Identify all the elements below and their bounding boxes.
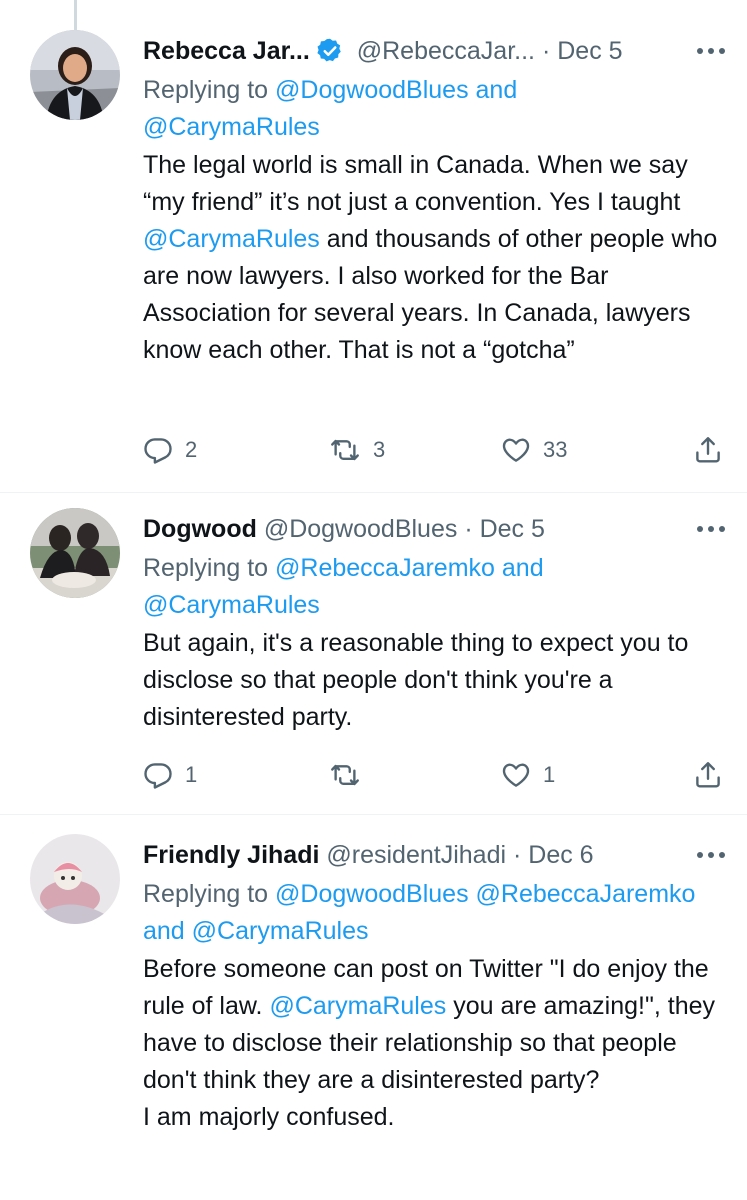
tweet-date[interactable]: Dec 6 xyxy=(528,841,593,869)
author-handle[interactable]: @RebeccaJar... xyxy=(357,37,535,65)
mention-link[interactable]: @CarymaRules xyxy=(143,591,320,619)
avatar[interactable] xyxy=(30,30,120,120)
reply-icon xyxy=(144,763,172,789)
heart-icon xyxy=(502,438,530,462)
retweet-button[interactable]: 3 xyxy=(329,430,385,470)
more-icon[interactable] xyxy=(685,30,725,72)
tweet[interactable]: Dogwood @DogwoodBlues · Dec 5 Replying t… xyxy=(0,492,747,815)
like-button[interactable]: 1 xyxy=(501,755,555,795)
mention-link[interactable]: @DogwoodBlues xyxy=(275,880,469,908)
author-handle[interactable]: @DogwoodBlues xyxy=(264,515,458,543)
mention-link[interactable]: @RebeccaJaremko xyxy=(275,554,495,582)
tweet-text: The legal world is small in Canada. When… xyxy=(143,147,725,369)
replying-to-connector: and xyxy=(501,554,544,582)
mention-link[interactable]: @RebeccaJaremko xyxy=(476,880,696,908)
share-button[interactable] xyxy=(693,755,723,795)
replying-to-label: Replying to xyxy=(143,880,269,908)
reply-button[interactable]: 1 xyxy=(143,755,197,795)
tweet-text-segment: But again, it's a reasonable thing to ex… xyxy=(143,629,689,731)
avatar[interactable] xyxy=(30,834,120,924)
reply-count: 2 xyxy=(185,437,198,462)
replying-to: Replying to @DogwoodBlues and @CarymaRul… xyxy=(143,72,725,146)
tweet-text: But again, it's a reasonable thing to ex… xyxy=(143,625,725,736)
mention-link[interactable]: @CarymaRules xyxy=(269,992,446,1020)
retweet-count: 3 xyxy=(373,437,386,462)
replying-to-label: Replying to xyxy=(143,76,269,104)
more-icon[interactable] xyxy=(685,508,725,550)
replying-to: Replying to @DogwoodBlues @RebeccaJaremk… xyxy=(143,876,725,950)
tweet[interactable]: Friendly Jihadi @residentJihadi · Dec 6 … xyxy=(0,814,747,1200)
retweet-icon xyxy=(331,439,359,461)
replying-to-connector: and xyxy=(143,917,185,945)
retweet-icon xyxy=(331,764,359,786)
author-name[interactable]: Friendly Jihadi xyxy=(143,841,319,869)
mention-link[interactable]: @CarymaRules xyxy=(192,917,369,945)
tweet[interactable]: Rebecca Jar... @RebeccaJar... · Dec 5 Re… xyxy=(0,0,747,493)
more-icon[interactable] xyxy=(685,834,725,876)
author-handle[interactable]: @residentJihadi xyxy=(326,841,506,869)
author-name[interactable]: Dogwood xyxy=(143,515,257,543)
replying-to-connector: and xyxy=(475,76,518,104)
share-button[interactable] xyxy=(693,430,723,470)
replying-to-label: Replying to xyxy=(143,554,269,582)
like-count: 33 xyxy=(543,437,568,462)
avatar[interactable] xyxy=(30,508,120,598)
replying-to: Replying to @RebeccaJaremko and @CarymaR… xyxy=(143,550,725,624)
tweet-actions: 2 3 33 xyxy=(143,430,725,470)
tweet-text-segment: I am majorly confused. xyxy=(143,1103,395,1131)
like-count: 1 xyxy=(543,762,556,787)
reply-icon xyxy=(144,438,172,464)
verified-badge-icon xyxy=(316,36,344,78)
author-name[interactable]: Rebecca Jar... xyxy=(143,37,310,65)
separator-dot: · xyxy=(512,841,522,869)
reply-button[interactable]: 2 xyxy=(143,430,197,470)
share-icon xyxy=(696,762,720,788)
separator-dot: · xyxy=(464,515,473,543)
tweet-text-segment: The legal world is small in Canada. When… xyxy=(143,151,688,216)
share-icon xyxy=(696,437,720,463)
tweet-actions: 1 1 xyxy=(143,755,725,795)
reply-count: 1 xyxy=(185,762,198,787)
tweet-text: Before someone can post on Twitter "I do… xyxy=(143,951,725,1136)
tweet-date[interactable]: Dec 5 xyxy=(557,37,622,65)
mention-link[interactable]: @DogwoodBlues xyxy=(275,76,469,104)
heart-icon xyxy=(502,763,530,787)
retweet-button[interactable] xyxy=(329,755,373,795)
mention-link[interactable]: @CarymaRules xyxy=(143,225,320,253)
mention-link[interactable]: @CarymaRules xyxy=(143,113,320,141)
like-button[interactable]: 33 xyxy=(501,430,567,470)
tweet-date[interactable]: Dec 5 xyxy=(480,515,545,543)
separator-dot: · xyxy=(541,37,551,65)
